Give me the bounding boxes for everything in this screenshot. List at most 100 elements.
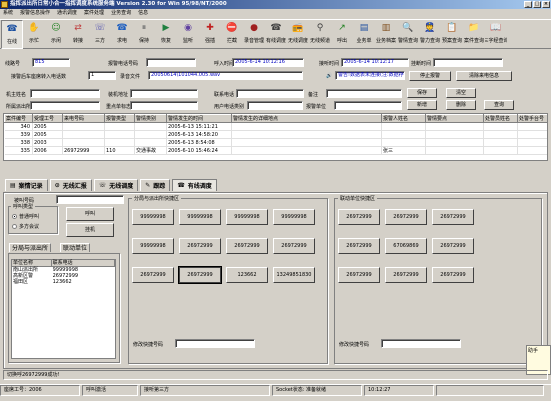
contact-quick-button[interactable]: 26972999 — [385, 267, 427, 283]
toolbar-archive-button[interactable]: ▥ 业务档案 — [375, 20, 397, 49]
contact-quick-button[interactable]: 26972999 — [338, 238, 380, 254]
menu-info[interactable]: 信息 — [137, 9, 149, 18]
toolbar-phone-online-button[interactable]: ☎ 在线 — [1, 20, 23, 49]
toolbar-idle-button[interactable]: ☺ 示闲 — [45, 20, 67, 49]
reporter-field[interactable] — [334, 101, 402, 110]
unit-phone-header[interactable]: 联系电话 — [52, 260, 115, 266]
subtab-linkage[interactable]: 联动单位 — [60, 243, 91, 252]
maximize-button[interactable]: □ — [533, 1, 541, 8]
list-item[interactable]: 福田区 123662 — [12, 279, 115, 285]
clear-button[interactable]: 清空 — [446, 88, 476, 98]
contact-quick-button[interactable]: 26972999 — [338, 267, 380, 283]
menu-system[interactable]: 系统 — [2, 9, 14, 18]
toolbar-recording-button[interactable]: ● 录音管理 — [243, 20, 265, 49]
delete-button[interactable]: 删除 — [446, 100, 476, 110]
contact-quick-button[interactable]: 26972999 — [432, 209, 474, 225]
toolbar-call-out-button[interactable]: ↗ 呼出 — [331, 20, 353, 49]
toolbar-hold-button[interactable]: ⏸ 保持 — [133, 20, 155, 49]
branch-quick-button[interactable]: 99999998 — [132, 209, 174, 225]
branch-quick-button[interactable]: 26972999 — [273, 238, 315, 254]
save-button[interactable]: 保存 — [407, 88, 437, 98]
contact-quick-button[interactable]: 67069869 — [385, 238, 427, 254]
branch-quick-button[interactable]: 26972999 — [179, 238, 221, 254]
query-button[interactable]: 查询 — [484, 100, 514, 110]
branch-quick-button[interactable]: 99999998 — [226, 209, 268, 225]
key-unit-field[interactable] — [130, 101, 198, 110]
line-no-field[interactable]: 815 — [32, 58, 70, 67]
grid-column-header[interactable]: 警情发生的时间 — [166, 114, 232, 123]
branch-quick-button[interactable]: 99999998 — [132, 238, 174, 254]
conference-radio[interactable] — [12, 224, 17, 229]
device-addr-field[interactable] — [130, 89, 198, 98]
minimize-button[interactable]: _ — [524, 1, 532, 8]
target-number-field[interactable] — [56, 195, 124, 204]
subtab-branch[interactable]: 分局与派出所 — [9, 243, 52, 252]
grid-column-header[interactable]: 处警员姓名 — [483, 114, 518, 123]
branch-quick-button[interactable]: 123662 — [226, 267, 268, 283]
menu-query[interactable]: 业务查询 — [110, 9, 132, 18]
edit-branch-field[interactable] — [175, 339, 255, 348]
grid-column-header[interactable]: 警情要点 — [425, 114, 484, 123]
toolbar-rules-query-button[interactable]: 📖 三字经查询 — [485, 20, 507, 49]
call-button[interactable]: 呼叫 — [66, 207, 114, 221]
grid-column-header[interactable]: 案件编号 — [4, 114, 33, 123]
toolbar-barge-in-button[interactable]: ✚ 强插 — [199, 20, 221, 49]
unit-name-header[interactable]: 单位名称 — [12, 260, 52, 266]
grid-column-header[interactable]: 警情发生的详细地点 — [231, 114, 382, 123]
toolbar-wired-dispatch-button[interactable]: ☎ 有线调度 — [265, 20, 287, 49]
table-row[interactable]: 340 2005 2005-6-13 15:11:21 — [4, 122, 547, 131]
grid-column-header[interactable]: 受理工号 — [32, 114, 63, 123]
answer-time-field[interactable]: 2005-6-14 10:12:17 — [341, 58, 409, 67]
close-button[interactable]: × — [542, 1, 550, 8]
tab-track[interactable]: ✎ 跟踪 — [140, 179, 171, 191]
case-grid[interactable]: 案件编号 受理工号 来电号码 报警类型 警情类别 警情发生的时间 警情发生的详细地点 报警人姓… — [3, 113, 548, 161]
contact-phone-field[interactable] — [236, 89, 304, 98]
edit-contact-field[interactable] — [381, 339, 461, 348]
branch-quick-button[interactable]: 26972999 — [178, 266, 222, 284]
toolbar-alarm-query-button[interactable]: 🔍 警情查询 — [397, 20, 419, 49]
toolbar-police-query-button[interactable]: 👮 警力查询 — [419, 20, 441, 49]
station-field[interactable] — [30, 101, 100, 110]
branch-quick-button[interactable]: 13249851830 — [273, 267, 315, 283]
toolbar-busy-button[interactable]: ✋ 示忙 — [23, 20, 45, 49]
branch-quick-button[interactable]: 26972999 — [132, 267, 174, 283]
table-row[interactable]: 339 2005 2005-6-13 14:58:20 — [4, 130, 547, 139]
grid-column-header[interactable]: 来电号码 — [62, 114, 105, 123]
contact-quick-button[interactable]: 26972999 — [432, 238, 474, 254]
grid-column-header[interactable]: 警情类别 — [134, 114, 167, 123]
add-button[interactable]: 新增 — [407, 100, 437, 110]
toolbar-work-order-button[interactable]: ▤ 业务单 — [353, 20, 375, 49]
toolbar-transfer-button[interactable]: ⇄ 转接 — [67, 20, 89, 49]
contact-quick-button[interactable]: 26972999 — [385, 209, 427, 225]
clear-phone-info-button[interactable]: 清除来电信息 — [456, 71, 512, 81]
tab-wireless-report[interactable]: ⊙ 无线汇报 — [49, 179, 92, 191]
grid-column-header[interactable]: 报警类型 — [104, 114, 135, 123]
contact-quick-button[interactable]: 26972999 — [338, 209, 380, 225]
hangup-button[interactable]: 挂机 — [66, 223, 114, 237]
remark-field[interactable] — [326, 89, 402, 98]
unit-list[interactable]: 单位名称 联系电话 南山派出所 99999998 高新区警 26972999 福田区 12… — [11, 259, 116, 359]
branch-quick-button[interactable]: 26972999 — [226, 238, 268, 254]
user-type-select[interactable] — [247, 101, 303, 110]
tab-wireless-dispatch-tab[interactable]: ☏ 无线调度 — [93, 179, 139, 191]
table-row[interactable]: 338 2003 2005-6-13 8:54:08 — [4, 138, 547, 147]
toolbar-monitor-button[interactable]: ◉ 监听 — [177, 20, 199, 49]
route-field[interactable]: 1 — [88, 71, 116, 80]
toolbar-radio-channel-button[interactable]: ⚲ 无线频道 — [309, 20, 331, 49]
recording-field[interactable]: 20050614\101044.005.wav — [148, 71, 303, 80]
access-time-field[interactable]: 2005-6-14 10:12:16 — [232, 58, 304, 67]
contact-quick-button[interactable]: 26972999 — [432, 267, 474, 283]
menu-alarm-info[interactable]: 报警信息操作 — [19, 9, 51, 18]
normal-call-radio[interactable] — [12, 214, 17, 219]
toolbar-wireless-dispatch-button[interactable]: 📻 无线调度 — [287, 20, 309, 49]
caller-name-field[interactable] — [30, 89, 100, 98]
toolbar-case-query-button[interactable]: 📁 案件查询 — [463, 20, 485, 49]
toolbar-plan-query-button[interactable]: 📋 预案查询 — [441, 20, 463, 49]
toolbar-three-way-button[interactable]: ☏ 三方 — [89, 20, 111, 49]
hangup-time-field[interactable] — [433, 58, 503, 67]
branch-quick-button[interactable]: 99999998 — [179, 209, 221, 225]
tab-case-record[interactable]: ▤ 案情记录 — [5, 179, 48, 191]
alarm-phone-field[interactable] — [146, 58, 196, 67]
toolbar-request-call-button[interactable]: ☎ 求电 — [111, 20, 133, 49]
stop-alarm-button[interactable]: 停止报警 — [409, 71, 451, 81]
